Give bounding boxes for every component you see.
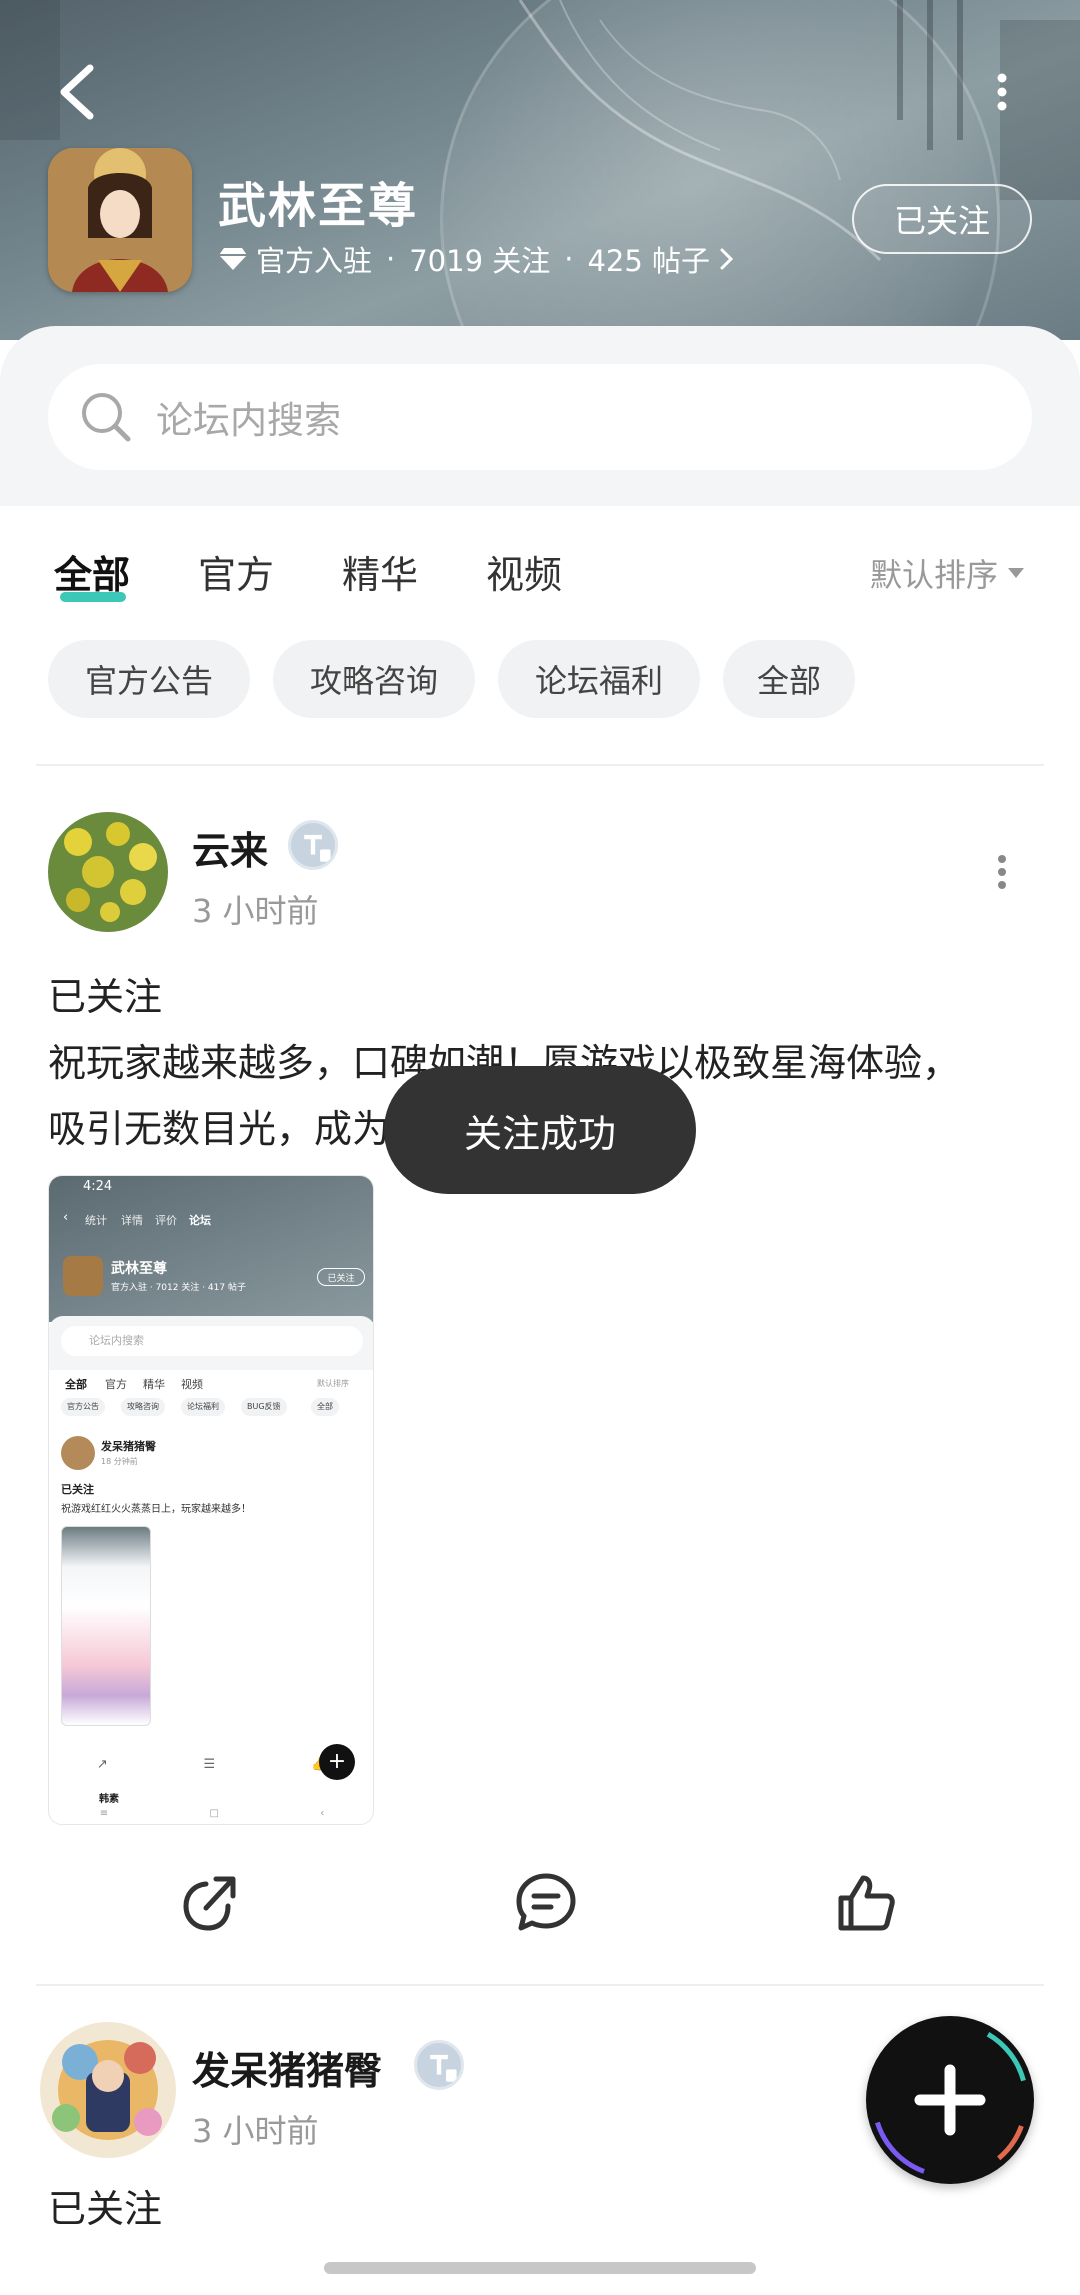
following-button[interactable]: 已关注 <box>852 184 1032 254</box>
user-level-badge-icon <box>288 820 338 870</box>
back-arrow-icon[interactable] <box>52 62 102 122</box>
forum-title: 武林至尊 <box>218 178 419 234</box>
mini-chip: 论坛福利 <box>181 1398 225 1416</box>
avatar[interactable] <box>40 2022 176 2158</box>
post-followed-tag: 已关注 <box>48 975 163 1019</box>
more-options-icon[interactable] <box>984 72 1020 112</box>
mini-comment-icon: ☰ <box>203 1756 216 1772</box>
meta-separator: · <box>564 242 574 276</box>
tab-all[interactable]: 全部 <box>54 544 130 599</box>
plus-icon <box>871 2021 1029 2179</box>
mini-status-time: 4:24 <box>83 1179 113 1194</box>
post-time: 3 小时前 <box>192 2112 319 2150</box>
mini-tab: 详情 <box>121 1214 143 1227</box>
mini-home-icon: □ <box>209 1808 219 1819</box>
avatar[interactable] <box>48 812 168 932</box>
tab-video[interactable]: 视频 <box>486 544 562 599</box>
official-label: 官方入驻 <box>256 244 373 278</box>
chip-strategy[interactable]: 攻略咨询 <box>273 640 475 718</box>
forum-game-icon <box>48 148 192 292</box>
search-icon <box>82 393 131 442</box>
mini-title: 武林至尊 <box>111 1261 167 1277</box>
meta-separator: · <box>386 242 396 276</box>
mini-chip: 攻略咨询 <box>121 1398 165 1416</box>
mini-tab: 评价 <box>155 1214 177 1227</box>
diamond-icon <box>219 248 247 270</box>
forum-tabs: 全部 官方 精华 视频 默认排序 <box>0 530 1080 610</box>
post-time: 3 小时前 <box>192 892 319 930</box>
mini-avatar <box>61 1436 95 1470</box>
category-chips: 官方公告 攻略咨询 论坛福利 全部 <box>0 640 1080 718</box>
mini-chip: BUG反馈 <box>241 1398 287 1416</box>
toast-message: 关注成功 <box>384 1066 696 1194</box>
divider <box>36 764 1044 766</box>
mini-chip: 全部 <box>311 1398 339 1416</box>
post-followed-tag: 已关注 <box>48 2187 163 2231</box>
sort-dropdown[interactable]: 默认排序 <box>870 550 1026 596</box>
chevron-right-icon <box>720 248 734 270</box>
mini-tab: 统计 <box>85 1214 107 1227</box>
post-username[interactable]: 云来 <box>192 820 268 875</box>
mini-search: 论坛内搜索 <box>61 1326 363 1356</box>
share-icon[interactable] <box>178 1870 244 1936</box>
chip-all[interactable]: 全部 <box>723 640 855 718</box>
mini-back-icon: ‹ <box>63 1210 69 1225</box>
mini-meta: 官方入驻 · 7012 关注 · 417 帖子 <box>111 1283 246 1293</box>
mini-follow: 已关注 <box>317 1268 365 1286</box>
followers-count: 7019 关注 <box>409 244 551 278</box>
tab-official[interactable]: 官方 <box>198 544 274 599</box>
mini-post-tag: 已关注 <box>61 1483 94 1496</box>
caret-down-icon <box>1008 568 1025 578</box>
search-panel: 论坛内搜索 <box>0 326 1080 506</box>
mini-nav-bar: ≡ □ ‹ <box>49 1801 373 1824</box>
mini-forum-icon <box>63 1256 103 1296</box>
like-icon[interactable] <box>833 1870 899 1936</box>
mini-chip: 官方公告 <box>61 1398 105 1416</box>
mini-back-nav-icon: ‹ <box>320 1808 325 1819</box>
mini-post-time: 18 分钟前 <box>101 1457 138 1466</box>
mini-header <box>49 1176 373 1322</box>
sort-label: 默认排序 <box>870 556 999 594</box>
forum-header-banner: 武林至尊 官方入驻 · 7019 关注 · 425 帖子 已关注 <box>0 0 1080 340</box>
mini-nested-screenshot <box>61 1526 151 1726</box>
mini-main-tab: 视频 <box>181 1378 203 1391</box>
mini-sort: 默认排序 <box>317 1379 349 1388</box>
posts-count: 425 帖子 <box>587 244 711 278</box>
post-screenshot-image[interactable]: 4:24 ‹ 统计 详情 评价 论坛 武林至尊 官方入驻 · 7012 关注 ·… <box>48 1175 374 1825</box>
comment-icon[interactable] <box>513 1870 579 1936</box>
post-username[interactable]: 发呆猪猪臀 <box>192 2040 382 2095</box>
post-actions <box>0 1870 1080 1950</box>
mini-main-tab: 官方 <box>105 1378 127 1391</box>
mini-main-tab: 全部 <box>65 1378 87 1391</box>
mini-tab: 论坛 <box>189 1214 211 1227</box>
mini-share-icon: ↗ <box>96 1756 108 1772</box>
tab-featured[interactable]: 精华 <box>342 544 418 599</box>
mini-fab: + <box>319 1744 355 1780</box>
post-more-icon[interactable] <box>987 852 1017 892</box>
chip-welfare[interactable]: 论坛福利 <box>498 640 700 718</box>
mini-menu-icon: ≡ <box>99 1808 109 1819</box>
search-input[interactable]: 论坛内搜索 <box>48 364 1032 470</box>
forum-meta[interactable]: 官方入驻 · 7019 关注 · 425 帖子 <box>218 238 736 280</box>
mini-post-text: 祝游戏红红火火蒸蒸日上，玩家越来越多！ <box>61 1504 251 1515</box>
create-post-button[interactable] <box>866 2016 1034 2184</box>
home-indicator[interactable] <box>324 2262 756 2274</box>
user-level-badge-icon <box>414 2040 464 2090</box>
mini-post-user: 发呆猪猪臀 <box>101 1440 156 1453</box>
divider <box>36 1984 1044 1986</box>
mini-main-tab: 精华 <box>143 1378 165 1391</box>
chip-official-announcement[interactable]: 官方公告 <box>48 640 250 718</box>
search-placeholder: 论坛内搜索 <box>156 399 341 442</box>
